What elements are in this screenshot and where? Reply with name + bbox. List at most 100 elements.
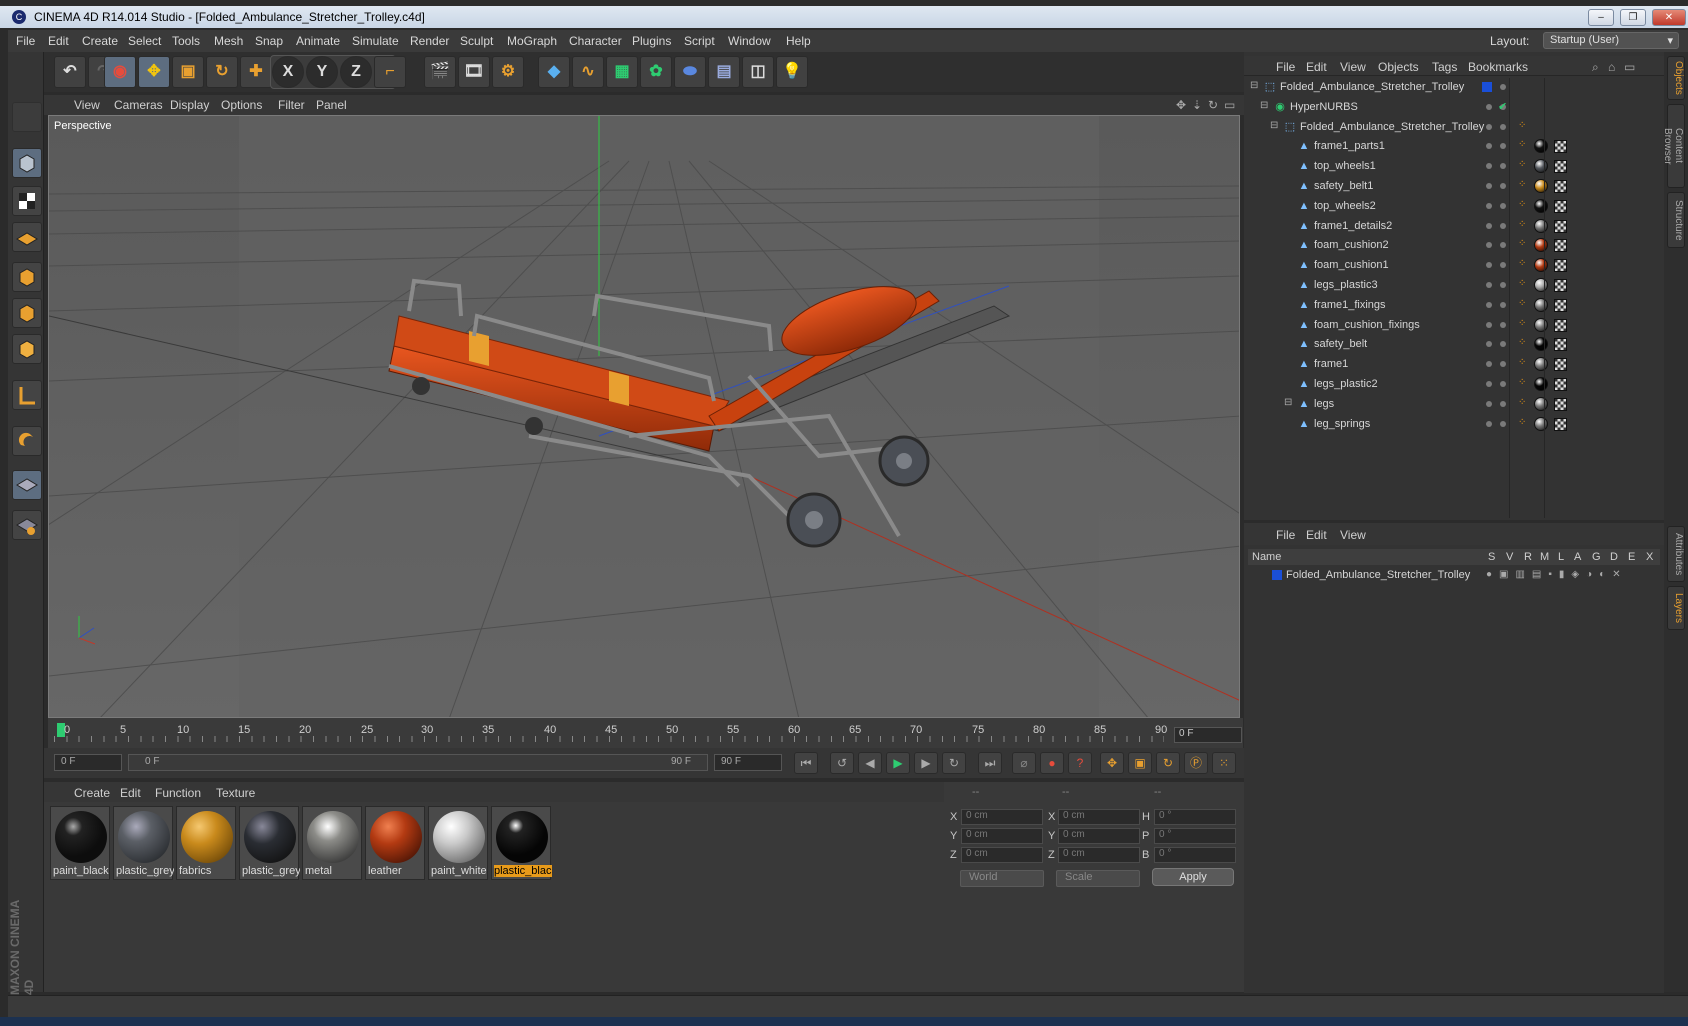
object-row[interactable]: ▲ frame1_details2 ⁘ xyxy=(1244,217,1664,236)
layout-select[interactable]: Startup (User) ▾ xyxy=(1543,32,1679,49)
menu-file[interactable]: File xyxy=(16,34,35,48)
render-visibility-dot[interactable] xyxy=(1500,381,1506,387)
object-row[interactable]: ▲ frame1 ⁘ xyxy=(1244,355,1664,374)
subdivision-surface-icon[interactable]: ▦ xyxy=(606,56,638,88)
phong-tag-icon[interactable]: ⁘ xyxy=(1518,397,1530,411)
menu-select[interactable]: Select xyxy=(128,34,161,48)
viewport-move-icon[interactable]: ✥ xyxy=(1176,98,1186,112)
render-view-icon[interactable]: 🎬 xyxy=(424,56,456,88)
material-tag-icon[interactable] xyxy=(1534,337,1548,352)
uvw-tag-icon[interactable] xyxy=(1554,239,1567,253)
expand-toggle-icon[interactable]: ⊟ xyxy=(1284,397,1292,408)
material-swatch[interactable]: plastic_grey xyxy=(239,806,300,880)
expand-toggle-icon[interactable]: ⊟ xyxy=(1250,80,1258,91)
material-tag-icon[interactable] xyxy=(1534,297,1548,312)
end-frame-field[interactable]: 90 F xyxy=(714,754,782,771)
uvw-tag-icon[interactable] xyxy=(1554,358,1567,372)
camera-icon[interactable]: ◫ xyxy=(742,56,774,88)
menu-animate[interactable]: Animate xyxy=(296,34,340,48)
menu-mograph[interactable]: MoGraph xyxy=(507,34,557,48)
material-menu-create[interactable]: Create xyxy=(74,786,110,800)
use-model-mode-icon[interactable] xyxy=(12,102,42,132)
texture-mode-icon[interactable] xyxy=(12,186,42,216)
material-menu-edit[interactable]: Edit xyxy=(120,786,141,800)
rotation-h-field[interactable]: 0 ° xyxy=(1154,809,1236,825)
points-mode-icon[interactable] xyxy=(12,262,42,292)
material-swatch[interactable]: fabrics xyxy=(176,806,236,880)
material-tag-icon[interactable] xyxy=(1534,139,1548,154)
phong-tag-icon[interactable]: ⁘ xyxy=(1518,258,1530,272)
editor-visibility-dot[interactable] xyxy=(1486,282,1492,288)
menu-character[interactable]: Character xyxy=(569,34,622,48)
material-tag-icon[interactable] xyxy=(1534,198,1548,213)
menu-script[interactable]: Script xyxy=(684,34,715,48)
editor-visibility-dot[interactable] xyxy=(1486,242,1492,249)
uvw-tag-icon[interactable] xyxy=(1554,180,1567,193)
expand-toggle-icon[interactable]: ⊟ xyxy=(1270,120,1278,131)
x-axis-lock-icon[interactable]: X xyxy=(272,56,304,88)
material-tag-icon[interactable] xyxy=(1534,238,1548,253)
viewport-rotate-icon[interactable]: ↻ xyxy=(1208,98,1218,112)
menu-tools[interactable]: Tools xyxy=(172,34,200,48)
size-z-field[interactable]: 0 cm xyxy=(1058,847,1140,863)
editor-visibility-dot[interactable] xyxy=(1486,321,1492,328)
uvw-tag-icon[interactable] xyxy=(1554,397,1567,411)
uvw-tag-icon[interactable] xyxy=(1554,378,1567,391)
viewport-menu-cameras[interactable]: Cameras xyxy=(114,98,163,112)
phong-tag-icon[interactable]: ⁘ xyxy=(1518,179,1530,193)
scale-icon[interactable]: ▣ xyxy=(172,56,204,88)
close-button[interactable]: ✕ xyxy=(1652,9,1686,26)
render-visibility-dot[interactable] xyxy=(1500,123,1506,130)
coordinate-system-icon[interactable]: ⌐ xyxy=(374,56,406,88)
viewport-zoom-icon[interactable]: ⇣ xyxy=(1192,98,1202,112)
axis-mode-icon[interactable] xyxy=(12,380,42,410)
material-swatch[interactable]: leather xyxy=(365,806,425,880)
menu-simulate[interactable]: Simulate xyxy=(352,34,399,48)
model-mode-icon[interactable] xyxy=(12,148,42,178)
cube-icon[interactable]: ◆ xyxy=(538,56,570,88)
render-visibility-dot[interactable] xyxy=(1500,282,1506,288)
uvw-tag-icon[interactable] xyxy=(1554,140,1567,154)
object-row[interactable]: ⊟ ◉ HyperNURBS ✔ xyxy=(1244,98,1664,117)
object-menu-tags[interactable]: Tags xyxy=(1432,60,1457,74)
planar-workplane-icon[interactable] xyxy=(12,510,42,540)
menu-edit[interactable]: Edit xyxy=(48,34,69,48)
phong-tag-icon[interactable]: ⁘ xyxy=(1518,139,1530,153)
timeline-ruler[interactable]: 0 5 10 15 20 25 30 35 40 45 50 55 60 65 … xyxy=(48,718,1243,748)
object-row[interactable]: ⊟ ⬚ Folded_Ambulance_Stretcher_Trolley xyxy=(1244,78,1664,97)
polygons-mode-icon[interactable] xyxy=(12,334,42,364)
render-visibility-dot[interactable] xyxy=(1500,202,1506,209)
menu-plugins[interactable]: Plugins xyxy=(632,34,671,48)
phong-tag-icon[interactable]: ⁘ xyxy=(1518,278,1530,292)
menu-window[interactable]: Window xyxy=(728,34,771,48)
size-x-field[interactable]: 0 cm xyxy=(1058,809,1140,825)
object-row[interactable]: ▲ top_wheels2 ⁘ xyxy=(1244,197,1664,216)
object-row[interactable]: ▲ foam_cushion2 ⁘ xyxy=(1244,236,1664,255)
start-frame-field[interactable]: 0 F xyxy=(54,754,122,771)
uvw-tag-icon[interactable] xyxy=(1554,338,1567,352)
phong-tag-icon[interactable]: ⁘ xyxy=(1518,377,1530,391)
material-menu-texture[interactable]: Texture xyxy=(216,786,255,800)
collapse-icon[interactable]: ▭ xyxy=(1624,60,1635,74)
z-axis-lock-icon[interactable]: Z xyxy=(340,56,372,88)
object-row[interactable]: ▲ top_wheels1 ⁘ xyxy=(1244,157,1664,176)
render-visibility-dot[interactable] xyxy=(1500,222,1506,229)
render-picture-viewer-icon[interactable]: 🎞 xyxy=(458,56,490,88)
layer-row[interactable]: Folded_Ambulance_Stretcher_Trolley ●▣▥▤▪… xyxy=(1248,567,1660,585)
layer-color-swatch[interactable] xyxy=(1272,570,1282,580)
go-to-end-icon[interactable]: ⏭ xyxy=(978,752,1002,774)
material-swatch[interactable]: plastic_grey xyxy=(113,806,174,880)
tab-objects[interactable]: Objects xyxy=(1667,56,1685,100)
y-axis-lock-icon[interactable]: Y xyxy=(306,56,338,88)
editor-visibility-dot[interactable] xyxy=(1486,262,1492,269)
tab-structure[interactable]: Structure xyxy=(1667,192,1685,248)
uvw-tag-icon[interactable] xyxy=(1554,279,1567,292)
coordinate-space-select[interactable]: World xyxy=(960,870,1044,887)
edges-mode-icon[interactable] xyxy=(12,298,42,328)
material-tag-icon[interactable] xyxy=(1534,377,1548,391)
position-z-field[interactable]: 0 cm xyxy=(961,847,1043,863)
phong-tag-icon[interactable]: ⁘ xyxy=(1518,199,1530,213)
rotate-icon[interactable]: ↻ xyxy=(206,56,238,88)
uvw-tag-icon[interactable] xyxy=(1554,417,1567,431)
editor-visibility-dot[interactable] xyxy=(1486,143,1492,150)
